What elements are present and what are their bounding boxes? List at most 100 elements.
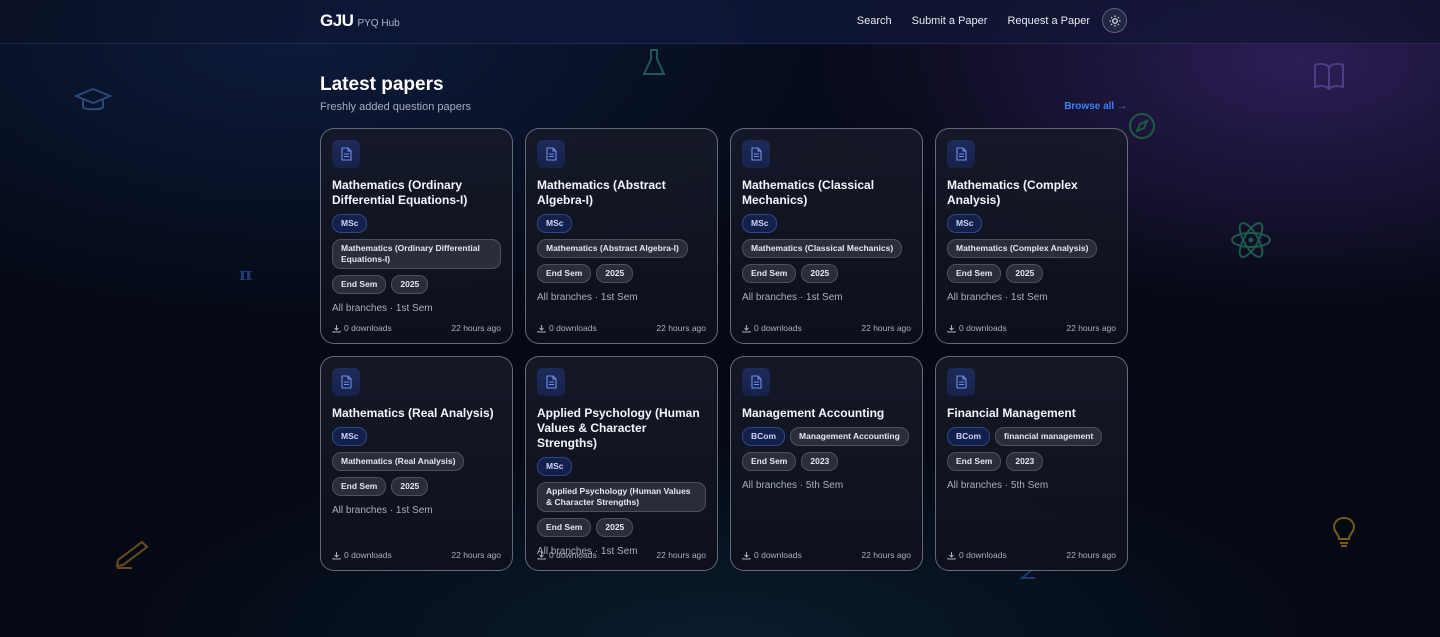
course-badge[interactable]: BCom bbox=[742, 427, 786, 446]
paper-card[interactable]: Mathematics (Classical Mechanics) MSc Ma… bbox=[730, 128, 923, 344]
download-count: 0 downloads bbox=[742, 550, 802, 560]
uploaded-time: 22 hours ago bbox=[656, 323, 706, 333]
download-icon bbox=[742, 324, 751, 332]
course-badge[interactable]: MSc bbox=[947, 214, 983, 233]
downloads-label: 0 downloads bbox=[344, 550, 392, 560]
nav-submit-paper-link[interactable]: Submit a Paper bbox=[912, 15, 988, 27]
subject-badge[interactable]: Applied Psychology (Human Values & Chara… bbox=[537, 482, 706, 512]
paper-tags: End Sem 2025 bbox=[742, 264, 911, 283]
exam-type-badge[interactable]: End Sem bbox=[742, 452, 797, 471]
subject-badge[interactable]: Mathematics (Complex Analysis) bbox=[947, 239, 1098, 258]
paper-card[interactable]: Financial Management BCom financial mana… bbox=[935, 356, 1128, 571]
paper-footer: 0 downloads 22 hours ago bbox=[332, 550, 501, 560]
year-badge[interactable]: 2025 bbox=[801, 264, 839, 283]
subject-badge[interactable]: Mathematics (Real Analysis) bbox=[332, 452, 465, 471]
paper-meta: All branches · 5th Sem bbox=[947, 480, 1049, 491]
subject-badge[interactable]: Mathematics (Classical Mechanics) bbox=[742, 239, 903, 258]
download-count: 0 downloads bbox=[332, 550, 392, 560]
brand-logo[interactable]: GJU PYQ Hub bbox=[320, 11, 400, 31]
document-icon bbox=[947, 140, 975, 168]
course-badge[interactable]: MSc bbox=[332, 427, 368, 446]
download-count: 0 downloads bbox=[537, 323, 597, 333]
uploaded-time: 22 hours ago bbox=[656, 550, 706, 560]
download-icon bbox=[742, 551, 751, 559]
paper-footer: 0 downloads 22 hours ago bbox=[537, 323, 706, 333]
year-badge[interactable]: 2025 bbox=[1006, 264, 1044, 283]
downloads-label: 0 downloads bbox=[754, 550, 802, 560]
exam-type-badge[interactable]: End Sem bbox=[947, 452, 1002, 471]
download-icon bbox=[332, 324, 341, 332]
exam-type-badge[interactable]: End Sem bbox=[537, 518, 592, 537]
exam-type-badge[interactable]: End Sem bbox=[332, 275, 387, 294]
top-navbar: GJU PYQ Hub Search Submit a Paper Reques… bbox=[0, 0, 1440, 44]
uploaded-time: 22 hours ago bbox=[861, 550, 911, 560]
paper-tags: MSc bbox=[332, 214, 501, 233]
paper-card[interactable]: Applied Psychology (Human Values & Chara… bbox=[525, 356, 718, 571]
downloads-label: 0 downloads bbox=[549, 323, 597, 333]
subject-badge[interactable]: Mathematics (Abstract Algebra-I) bbox=[537, 239, 688, 258]
paper-tags: Mathematics (Classical Mechanics) bbox=[742, 239, 911, 258]
exam-type-badge[interactable]: End Sem bbox=[742, 264, 797, 283]
paper-card[interactable]: Mathematics (Real Analysis) MSc Mathemat… bbox=[320, 356, 513, 571]
year-badge[interactable]: 2023 bbox=[1006, 452, 1044, 471]
uploaded-time: 22 hours ago bbox=[451, 323, 501, 333]
lightbulb-icon bbox=[1332, 516, 1356, 547]
uploaded-time: 22 hours ago bbox=[451, 550, 501, 560]
downloads-label: 0 downloads bbox=[344, 323, 392, 333]
paper-card[interactable]: Management Accounting BCom Management Ac… bbox=[730, 356, 923, 571]
exam-type-badge[interactable]: End Sem bbox=[332, 477, 387, 496]
year-badge[interactable]: 2025 bbox=[391, 477, 429, 496]
paper-footer: 0 downloads 22 hours ago bbox=[742, 550, 911, 560]
paper-tags: End Sem 2025 bbox=[332, 477, 501, 496]
atom-icon bbox=[1231, 222, 1271, 258]
course-badge[interactable]: MSc bbox=[332, 214, 368, 233]
downloads-label: 0 downloads bbox=[754, 323, 802, 333]
paper-card[interactable]: Mathematics (Ordinary Differential Equat… bbox=[320, 128, 513, 344]
downloads-label: 0 downloads bbox=[959, 550, 1007, 560]
browse-all-link[interactable]: Browse all → bbox=[1064, 101, 1127, 112]
paper-tags: MSc bbox=[537, 457, 706, 476]
paper-tags: End Sem 2025 bbox=[947, 264, 1116, 283]
paper-card[interactable]: Mathematics (Abstract Algebra-I) MSc Mat… bbox=[525, 128, 718, 344]
exam-type-badge[interactable]: End Sem bbox=[537, 264, 592, 283]
year-badge[interactable]: 2025 bbox=[596, 264, 634, 283]
paper-footer: 0 downloads 22 hours ago bbox=[947, 550, 1116, 560]
paper-meta: All branches · 5th Sem bbox=[742, 480, 844, 491]
uploaded-time: 22 hours ago bbox=[861, 323, 911, 333]
paper-tags: End Sem 2025 bbox=[537, 264, 706, 283]
nav-links: Search Submit a Paper Request a Paper bbox=[857, 8, 1127, 33]
year-badge[interactable]: 2025 bbox=[596, 518, 634, 537]
year-badge[interactable]: 2025 bbox=[391, 275, 429, 294]
subject-badge[interactable]: Mathematics (Ordinary Differential Equat… bbox=[332, 239, 501, 269]
sun-icon bbox=[1109, 15, 1120, 26]
paper-tags: Mathematics (Abstract Algebra-I) bbox=[537, 239, 706, 258]
paper-meta: All branches · 1st Sem bbox=[947, 292, 1048, 303]
paper-meta: All branches · 1st Sem bbox=[332, 303, 433, 314]
subject-badge[interactable]: Management Accounting bbox=[790, 427, 909, 446]
paper-tags: MSc bbox=[947, 214, 1116, 233]
paper-title: Financial Management bbox=[947, 406, 1076, 420]
brand-subtitle: PYQ Hub bbox=[357, 18, 400, 29]
download-count: 0 downloads bbox=[947, 323, 1007, 333]
exam-type-badge[interactable]: End Sem bbox=[947, 264, 1002, 283]
year-badge[interactable]: 2023 bbox=[801, 452, 839, 471]
nav-request-paper-link[interactable]: Request a Paper bbox=[1007, 15, 1090, 27]
subject-badge[interactable]: financial management bbox=[995, 427, 1103, 446]
download-icon bbox=[537, 324, 546, 332]
paper-tags: MSc bbox=[742, 214, 911, 233]
course-badge[interactable]: MSc bbox=[537, 214, 573, 233]
paper-title: Mathematics (Ordinary Differential Equat… bbox=[332, 178, 468, 207]
paper-tags: End Sem 2023 bbox=[947, 452, 1116, 471]
pencil-icon bbox=[115, 540, 149, 569]
course-badge[interactable]: MSc bbox=[742, 214, 778, 233]
nav-search-link[interactable]: Search bbox=[857, 15, 892, 27]
flask-icon bbox=[642, 49, 666, 75]
course-badge[interactable]: MSc bbox=[537, 457, 573, 476]
download-icon bbox=[947, 324, 956, 332]
paper-card[interactable]: Mathematics (Complex Analysis) MSc Mathe… bbox=[935, 128, 1128, 344]
theme-toggle-button[interactable] bbox=[1102, 8, 1127, 33]
course-badge[interactable]: BCom bbox=[947, 427, 991, 446]
paper-tags: Mathematics (Real Analysis) bbox=[332, 452, 501, 471]
paper-title: Mathematics (Classical Mechanics) bbox=[742, 178, 875, 207]
paper-tags: End Sem 2025 bbox=[332, 275, 501, 294]
